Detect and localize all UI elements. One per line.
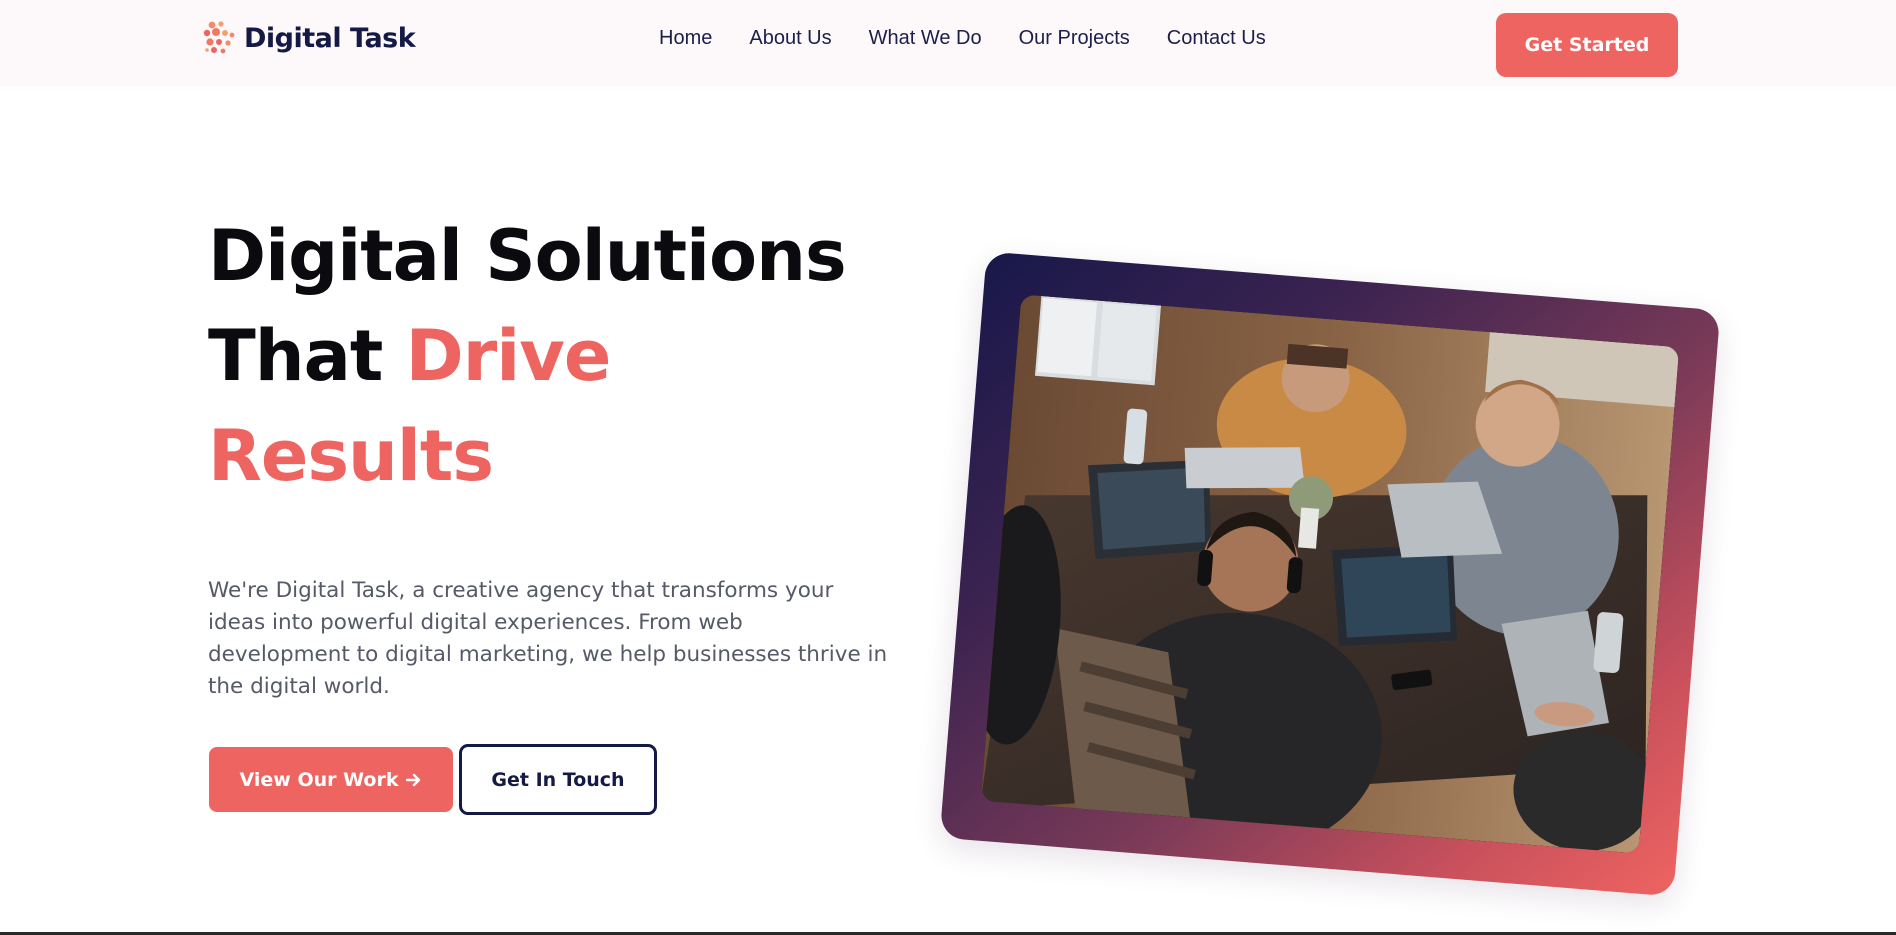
hero-title: Digital Solutions That Drive Results: [208, 206, 928, 506]
brand-logo-link[interactable]: Digital Task: [202, 18, 416, 58]
top-navbar: Digital Task Home About Us What We Do Ou…: [0, 0, 1896, 86]
brand-name: Digital Task: [244, 22, 416, 54]
nav-link-about-us[interactable]: About Us: [749, 27, 831, 50]
dots-cluster-logo-icon: [203, 21, 235, 54]
view-our-work-label: View Our Work: [239, 768, 399, 791]
view-our-work-button[interactable]: View Our Work: [209, 747, 453, 812]
main-navigation: Home About Us What We Do Our Projects Co…: [659, 27, 1266, 50]
hero-description: We're Digital Task, a creative agency th…: [208, 578, 888, 699]
get-started-button[interactable]: Get Started: [1496, 13, 1678, 77]
nav-link-our-projects[interactable]: Our Projects: [1019, 27, 1130, 50]
nav-link-home[interactable]: Home: [659, 27, 712, 50]
get-in-touch-button[interactable]: Get In Touch: [459, 744, 657, 815]
hero-title-accent-drive: Drive: [405, 315, 612, 397]
hero-title-line1: Digital Solutions: [208, 215, 847, 297]
landing-page: Digital Task Home About Us What We Do Ou…: [0, 0, 1896, 935]
arrow-right-icon: [406, 773, 421, 786]
nav-link-contact-us[interactable]: Contact Us: [1167, 27, 1266, 50]
nav-link-what-we-do[interactable]: What We Do: [869, 27, 982, 50]
hero-title-accent-results: Results: [208, 415, 494, 497]
hero-image-frame: [939, 251, 1721, 897]
team-working-on-laptops-photo: [980, 294, 1680, 854]
hero-title-line2: That: [208, 315, 406, 397]
